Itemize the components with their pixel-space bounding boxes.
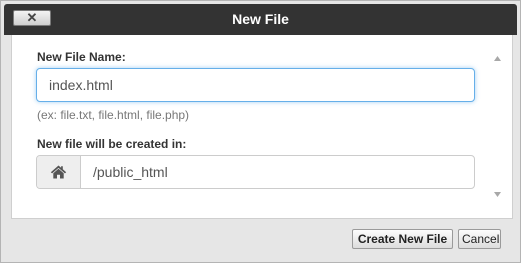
create-new-file-button[interactable]: Create New File bbox=[352, 229, 453, 249]
dialog-titlebar: ✕ New File bbox=[4, 4, 517, 35]
dialog-footer: Create New File Cancel bbox=[1, 218, 520, 263]
dialog-content: New File Name: (ex: file.txt, file.html,… bbox=[11, 35, 513, 219]
home-icon bbox=[37, 156, 81, 188]
location-label: New file will be created in: bbox=[37, 137, 187, 151]
location-input[interactable] bbox=[81, 156, 474, 188]
filename-label: New File Name: bbox=[37, 50, 126, 64]
dialog-title: New File bbox=[232, 11, 289, 27]
new-file-dialog: ✕ New File New File Name: (ex: file.txt,… bbox=[0, 0, 521, 263]
cancel-button[interactable]: Cancel bbox=[458, 229, 501, 249]
scroll-up-arrow[interactable] bbox=[491, 53, 503, 63]
filename-hint: (ex: file.txt, file.html, file.php) bbox=[37, 108, 190, 122]
location-field bbox=[36, 155, 475, 189]
filename-input[interactable] bbox=[36, 68, 475, 102]
scroll-down-arrow[interactable] bbox=[491, 189, 503, 199]
